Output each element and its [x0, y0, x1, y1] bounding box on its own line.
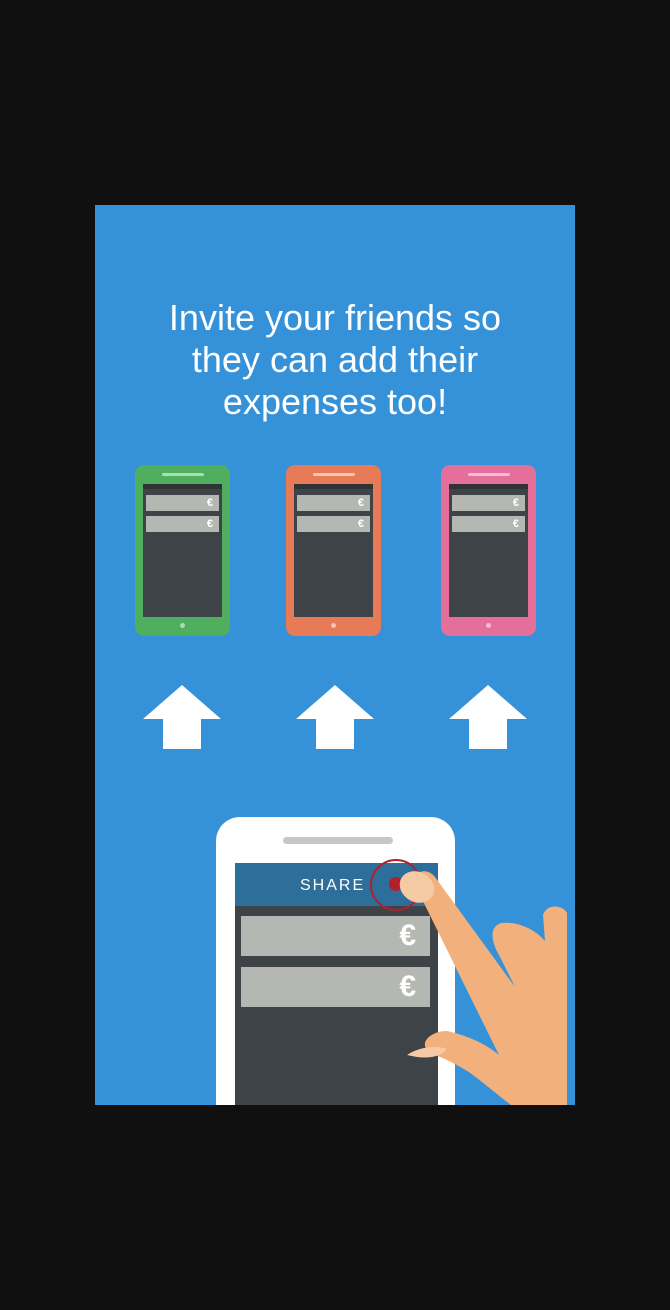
- friend-phone-orange: € €: [286, 465, 381, 636]
- friend-phone-green: € €: [135, 465, 230, 636]
- euro-icon: €: [357, 497, 364, 509]
- up-arrow-icon: [296, 685, 374, 749]
- expense-row: €: [452, 516, 525, 532]
- euro-icon: €: [512, 497, 519, 509]
- euro-icon: €: [206, 518, 213, 530]
- phone-speaker: [468, 473, 510, 476]
- phone-status-bar: [449, 484, 528, 489]
- friend-phone-pink: € €: [441, 465, 536, 636]
- euro-icon: €: [206, 497, 213, 509]
- pointing-hand-icon: [399, 871, 567, 1105]
- share-label: SHARE: [300, 877, 366, 894]
- phone-status-bar: [143, 484, 222, 489]
- expense-row: €: [452, 495, 525, 511]
- phone-screen: € €: [294, 484, 373, 617]
- phone-speaker: [313, 473, 355, 476]
- euro-icon: €: [357, 518, 364, 530]
- expense-row: €: [297, 516, 370, 532]
- euro-icon: €: [512, 518, 519, 530]
- headline-line-2: they can add their: [191, 339, 479, 380]
- phone-screen: € €: [143, 484, 222, 617]
- headline-line-3: expenses too!: [222, 381, 448, 422]
- phone-speaker: [283, 837, 393, 844]
- phone-status-bar: [294, 484, 373, 489]
- home-button-icon: [486, 623, 491, 628]
- up-arrow-icon: [143, 685, 221, 749]
- onboarding-screen: Invite your friends so they can add thei…: [95, 205, 575, 1105]
- headline-line-1: Invite your friends so: [168, 297, 502, 338]
- home-button-icon: [331, 623, 336, 628]
- expense-row: €: [297, 495, 370, 511]
- onboarding-headline: Invite your friends so they can add thei…: [135, 297, 535, 423]
- phone-speaker: [162, 473, 204, 476]
- expense-row: €: [146, 495, 219, 511]
- expense-row: €: [146, 516, 219, 532]
- up-arrow-icon: [449, 685, 527, 749]
- phone-screen: € €: [449, 484, 528, 617]
- home-button-icon: [180, 623, 185, 628]
